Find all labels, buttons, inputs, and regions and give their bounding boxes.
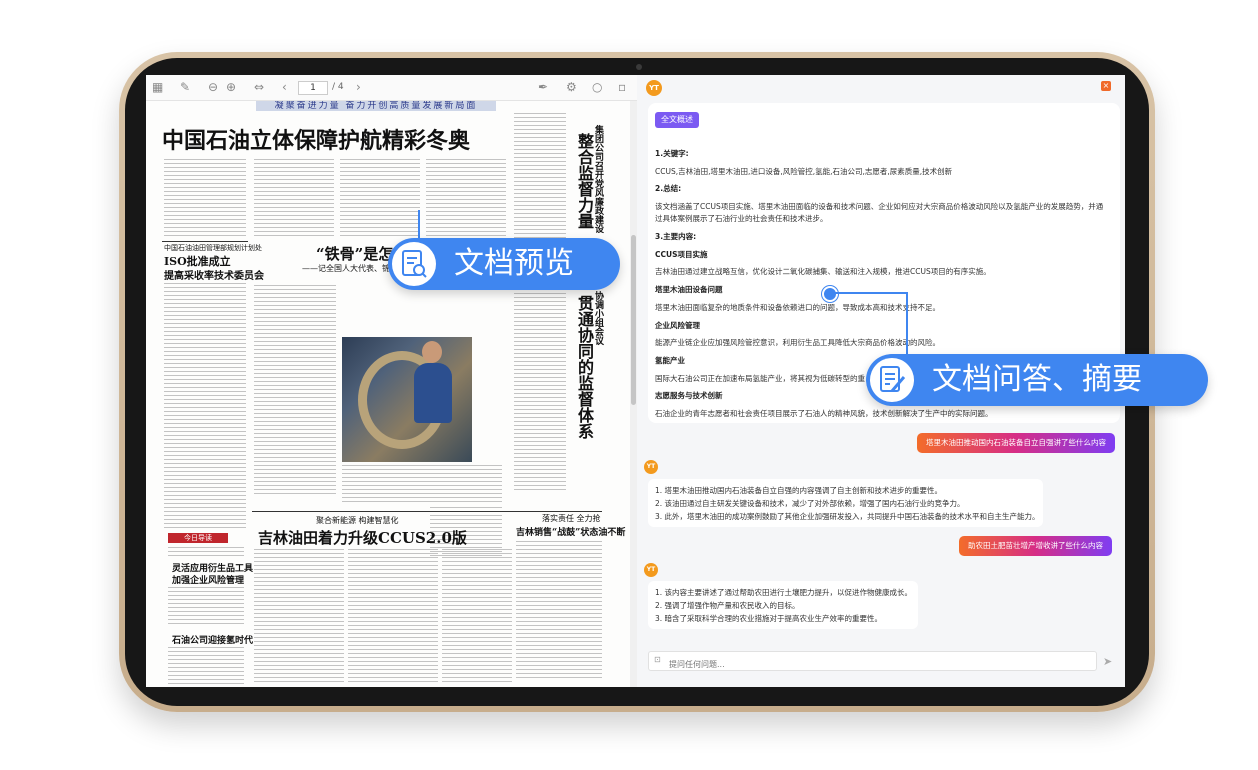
- headline-bottom: 吉林油田着力升级CCUS2.0版: [258, 529, 467, 547]
- text-column: [254, 159, 334, 239]
- headline-left-2: 提高采收率技术委员会: [164, 271, 264, 282]
- assistant-avatar: YT: [644, 563, 658, 577]
- answer-line: 3. 此外，塔里木油田的成功案例鼓励了其他企业加强研发投入，共同提升中国石油装备…: [655, 512, 1040, 521]
- text-column: [442, 549, 512, 685]
- close-icon[interactable]: ×: [1101, 81, 1111, 91]
- newspaper-page: 凝聚奋进力量 奋力开创高质量发展新局面 中国石油立体保障护航精彩冬奥 中国石油油…: [146, 101, 630, 687]
- headline-main: 中国石油立体保障护航精彩冬奥: [162, 128, 471, 154]
- expand-icon[interactable]: ▫: [618, 80, 626, 94]
- item-title: 志愿服务与技术创新: [655, 391, 723, 400]
- search-icon[interactable]: ○: [592, 80, 602, 94]
- text-column: [348, 549, 438, 685]
- vertical-small: 集团公司召开党风廉政建设: [593, 125, 603, 233]
- camera-icon: [636, 64, 642, 70]
- tagline-bottom: 聚合新能源 构建智慧化: [316, 516, 399, 525]
- answer-line: 2. 强调了增强作物产量和农民收入的目标。: [655, 601, 800, 610]
- answer-line: 3. 暗含了采取科学合理的农业措施对于提高农业生产效率的重要性。: [655, 614, 883, 623]
- text-column: [514, 113, 566, 493]
- pen-icon[interactable]: ✒: [538, 80, 548, 94]
- text-column: [164, 283, 246, 528]
- item-text: 石油企业的青年志愿者和社会责任项目展示了石油人的精神风貌，技术创新解决了生产中的…: [655, 409, 993, 418]
- text-column: [340, 159, 420, 239]
- divider: [162, 241, 248, 242]
- headline-bottom-right: 吉林销售“战鼓”状态油不断: [516, 528, 626, 538]
- callout-qa: 文档问答、摘要: [866, 354, 1208, 406]
- section-summary-line1: 该文档涵盖了CCUS项目实施、塔里木油田面临的设备和技术问题、企业如何应对大宗商…: [655, 202, 1104, 211]
- item-title: CCUS项目实施: [655, 250, 708, 259]
- callout-preview-label: 文档预览: [454, 246, 574, 281]
- user-question-2[interactable]: 助农田土肥苗壮增产增收讲了些什么内容: [959, 536, 1112, 556]
- item-text: 塔里木油田面临复杂的地质条件和设备依赖进口的问题，导致成本高和技术支持不足。: [655, 303, 940, 312]
- item-title: 企业风险管理: [655, 321, 700, 330]
- text-column: [168, 547, 244, 557]
- answer-line: 1. 该内容主要讲述了通过帮助农田进行土壤肥力提升，以促进作物健康成长。: [655, 588, 913, 597]
- summary-badge[interactable]: 全文概述: [655, 112, 699, 128]
- section-keywords-title: 1.关键字:: [655, 149, 689, 158]
- section-main-title: 3.主要内容:: [655, 232, 697, 241]
- callout-dot: [822, 286, 838, 302]
- settings-icon[interactable]: ⚙: [566, 80, 577, 94]
- divider: [252, 511, 602, 512]
- text-column: [168, 647, 244, 685]
- text-column: [254, 285, 336, 495]
- page-number-input[interactable]: 1: [298, 81, 328, 95]
- page-total: / 4: [332, 82, 344, 92]
- text-column: [426, 159, 506, 239]
- user-question-1[interactable]: 塔里木油田推动国内石油装备自立自强讲了些什么内容: [917, 433, 1115, 453]
- item-text: 吉林油田通过建立战略互信，优化设计二氧化碳捕集、输送和注入规模，推进CCUS项目…: [655, 267, 991, 276]
- section-summary-line2: 过具体案例展示了石油行业的社会责任和技术进步。: [655, 214, 828, 223]
- prev-page-icon[interactable]: ‹: [282, 80, 287, 94]
- text-column: [254, 549, 344, 685]
- question-input-box[interactable]: ⊡: [648, 651, 1097, 674]
- text-column: [164, 159, 246, 239]
- text-column: [168, 587, 244, 627]
- photo-worker-head: [422, 341, 442, 363]
- edit-icon[interactable]: ✎: [180, 80, 190, 94]
- newspaper-banner: 凝聚奋进力量 奋力开创高质量发展新局面: [256, 101, 496, 111]
- document-preview-pane: ▦ ✎ ⊖ ⊕ ⇔ ‹ 1 / 4 › ✒ ⚙ ○ ▫ 凝聚奋进力量 奋力开创高…: [146, 75, 637, 687]
- vertical-small-2: 协调小组会议: [593, 291, 603, 345]
- document-qa-icon: [870, 358, 914, 402]
- zoom-in-icon[interactable]: ⊕: [226, 80, 236, 94]
- callout-preview: 文档预览: [388, 238, 620, 290]
- section-keywords-text: CCUS,吉林油田,塔里木油田,进口设备,风险管控,氢能,石油公司,志愿者,尿素…: [655, 167, 953, 176]
- callout-connector: [834, 292, 908, 294]
- grid-view-icon[interactable]: ▦: [152, 80, 163, 94]
- box-label: 今日导读: [168, 533, 228, 543]
- item-title: 氢能产业: [655, 356, 685, 365]
- fit-width-icon[interactable]: ⇔: [254, 80, 264, 94]
- zoom-out-icon[interactable]: ⊖: [208, 80, 218, 94]
- answer-line: 1. 塔里木油田推动国内石油装备自立自强的内容强调了自主创新和技术进步的重要性。: [655, 486, 943, 495]
- assistant-header: YT ×: [637, 75, 1125, 101]
- preview-scroll-thumb[interactable]: [631, 235, 636, 405]
- item-text: 能源产业链企业应加强风险管控意识，利用衍生品工具降低大宗商品价格波动的风险。: [655, 338, 940, 347]
- send-icon[interactable]: ➤: [1103, 655, 1112, 668]
- photo-worker: [414, 363, 452, 423]
- section-summary-title: 2.总结:: [655, 184, 682, 193]
- viewer-toolbar: ▦ ✎ ⊖ ⊕ ⇔ ‹ 1 / 4 › ✒ ⚙ ○ ▫: [146, 75, 637, 101]
- box-title-2: 加强企业风险管理: [172, 576, 245, 586]
- callout-qa-label: 文档问答、摘要: [932, 362, 1142, 397]
- question-input[interactable]: [667, 655, 1091, 674]
- box-title-3: 石油公司迎接氢时代: [172, 636, 254, 646]
- next-page-icon[interactable]: ›: [356, 80, 361, 94]
- text-column: [342, 465, 502, 505]
- item-title: 塔里木油田设备问题: [655, 285, 723, 294]
- item-text: 国际大石油公司正在加速布局氢能产业，将其视为低碳转型的重: [655, 374, 865, 383]
- answer-line: 2. 该油田通过自主研发关键设备和技术，减少了对外部依赖，增强了国内石油行业的竞…: [655, 499, 965, 508]
- tagline-right: 落实责任 全力抢: [542, 514, 601, 523]
- subhead-left: 中国石油油田管理部规划计划处: [164, 244, 262, 252]
- callout-connector: [906, 292, 908, 354]
- app-logo: YT: [646, 80, 662, 96]
- document-preview-icon: [392, 242, 436, 286]
- attachment-icon[interactable]: ⊡: [654, 655, 661, 664]
- assistant-avatar: YT: [644, 460, 658, 474]
- text-column: [516, 541, 602, 681]
